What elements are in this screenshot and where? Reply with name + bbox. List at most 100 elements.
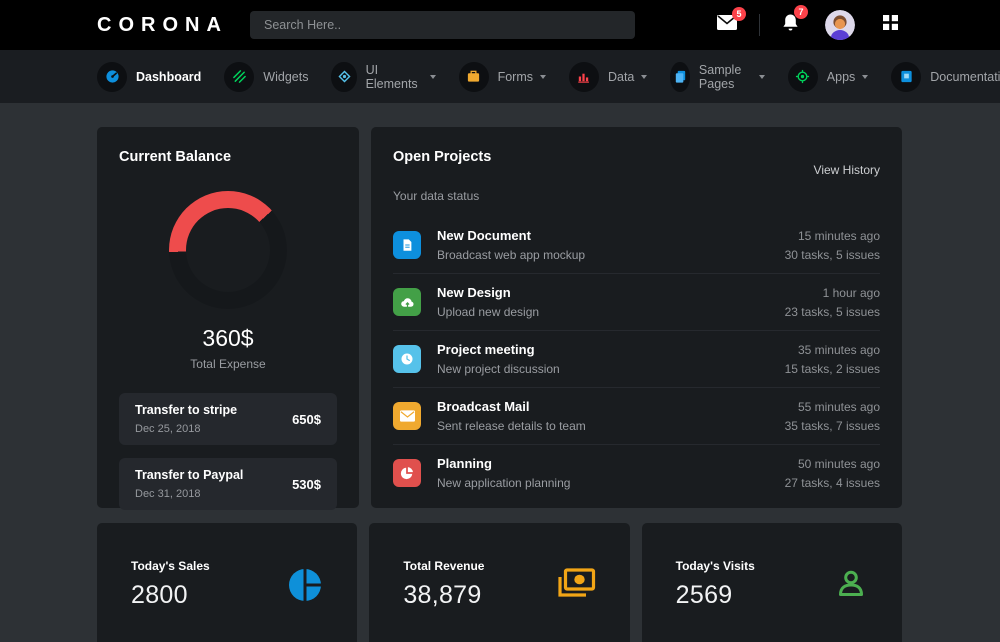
brand-logo[interactable]: CORONA: [97, 14, 250, 37]
project-title: Planning: [437, 456, 570, 471]
project-time: 1 hour ago: [785, 286, 880, 300]
document-icon: [891, 62, 921, 92]
transfer-date: Dec 25, 2018: [135, 423, 237, 435]
mail-badge: 5: [732, 7, 746, 21]
project-meta: 23 tasks, 5 issues: [785, 305, 880, 319]
transfer-date: Dec 31, 2018: [135, 488, 243, 500]
projects-subtitle: Your data status: [393, 189, 880, 203]
chevron-down-icon: [862, 75, 868, 79]
project-meta: 15 tasks, 2 issues: [785, 362, 880, 376]
briefcase-icon: [459, 62, 489, 92]
messages-button[interactable]: 5: [717, 15, 737, 35]
transfer-title: Transfer to stripe: [135, 403, 237, 417]
project-meta: 30 tasks, 5 issues: [785, 248, 880, 262]
menu-label: Sample Pages: [699, 63, 752, 91]
expense-donut-chart: [169, 191, 287, 309]
project-meta: 27 tasks, 4 issues: [785, 476, 880, 490]
project-description: Upload new design: [437, 305, 539, 319]
cloud-upload-icon: [393, 288, 421, 316]
project-title: Project meeting: [437, 342, 560, 357]
row-top: Current Balance 360$ Total Expense Trans…: [97, 127, 902, 508]
balance-caption: Total Expense: [119, 357, 337, 371]
chevron-down-icon: [759, 75, 765, 79]
menu-label: UI Elements: [366, 63, 423, 91]
list-item[interactable]: New Document Broadcast web app mockup 15…: [393, 217, 880, 274]
todays-visits-card: Today's Visits 2569: [642, 523, 902, 642]
row-stats: Today's Sales 2800 Total Revenue 38,879 …: [97, 523, 902, 642]
user-avatar[interactable]: [825, 10, 855, 40]
list-item[interactable]: New Design Upload new design 1 hour ago …: [393, 274, 880, 331]
total-revenue-card: Total Revenue 38,879: [369, 523, 629, 642]
open-projects-card: Open Projects View History Your data sta…: [371, 127, 902, 508]
stat-value: 38,879: [403, 581, 484, 610]
menu-item-data[interactable]: Data: [569, 62, 647, 92]
transfer-amount: 650$: [292, 412, 321, 427]
pie-chart-icon: [393, 459, 421, 487]
project-title: New Document: [437, 228, 585, 243]
menu-label: Widgets: [263, 70, 308, 84]
menu-label: Forms: [498, 70, 533, 84]
project-time: 50 minutes ago: [785, 457, 880, 471]
menu-label: Apps: [827, 70, 856, 84]
stat-label: Total Revenue: [403, 559, 484, 573]
project-title: Broadcast Mail: [437, 399, 586, 414]
speedometer-icon: [97, 62, 127, 92]
menu-item-documentation[interactable]: Documentation: [891, 62, 1000, 92]
project-time: 15 minutes ago: [785, 229, 880, 243]
menu-item-ui-elements[interactable]: UI Elements: [331, 62, 435, 92]
pages-icon: [670, 62, 690, 92]
stat-label: Today's Sales: [131, 559, 210, 573]
notifications-button[interactable]: 7: [782, 13, 799, 37]
stat-label: Today's Visits: [676, 559, 755, 573]
project-description: Broadcast web app mockup: [437, 248, 585, 262]
project-description: New application planning: [437, 476, 570, 490]
file-icon: [393, 231, 421, 259]
card-title: Open Projects: [393, 149, 491, 177]
card-title: Current Balance: [119, 149, 337, 165]
current-balance-card: Current Balance 360$ Total Expense Trans…: [97, 127, 359, 508]
project-description: Sent release details to team: [437, 419, 586, 433]
person-icon: [834, 567, 868, 606]
envelope-icon: [393, 402, 421, 430]
menu-item-widgets[interactable]: Widgets: [224, 62, 308, 92]
chevron-down-icon: [430, 75, 436, 79]
widgets-icon: [224, 62, 254, 92]
apps-grid-button[interactable]: [883, 15, 898, 35]
projects-list: New Document Broadcast web app mockup 15…: [393, 217, 880, 501]
gear-icon: [788, 62, 818, 92]
menu-item-dashboard[interactable]: Dashboard: [97, 62, 201, 92]
project-description: New project discussion: [437, 362, 560, 376]
menu-item-forms[interactable]: Forms: [459, 62, 546, 92]
project-time: 55 minutes ago: [785, 400, 880, 414]
menu-label: Documentation: [930, 70, 1000, 84]
stat-value: 2569: [676, 581, 755, 610]
search-input[interactable]: [250, 11, 635, 39]
project-title: New Design: [437, 285, 539, 300]
transfer-row[interactable]: Transfer to Paypal Dec 31, 2018 530$: [119, 458, 337, 510]
pie-chart-icon: [287, 567, 323, 608]
cash-icon: [556, 567, 596, 603]
clock-icon: [393, 345, 421, 373]
stat-value: 2800: [131, 581, 210, 610]
transfer-amount: 530$: [292, 477, 321, 492]
menu-item-sample-pages[interactable]: Sample Pages: [670, 62, 764, 92]
transfer-title: Transfer to Paypal: [135, 468, 243, 482]
transfer-row[interactable]: Transfer to stripe Dec 25, 2018 650$: [119, 393, 337, 445]
project-time: 35 minutes ago: [785, 343, 880, 357]
view-history-link[interactable]: View History: [814, 163, 880, 177]
divider: [759, 14, 760, 36]
list-item[interactable]: Planning New application planning 50 min…: [393, 445, 880, 501]
menu-label: Dashboard: [136, 70, 201, 84]
list-item[interactable]: Project meeting New project discussion 3…: [393, 331, 880, 388]
bar-chart-icon: [569, 62, 599, 92]
navbar-actions: 5 7: [717, 10, 1000, 40]
menu-item-apps[interactable]: Apps: [788, 62, 869, 92]
grid-icon: [883, 15, 898, 35]
main-menu: Dashboard Widgets UI Elements Forms Data…: [0, 50, 1000, 103]
chevron-down-icon: [641, 75, 647, 79]
projects-header: Open Projects View History: [393, 149, 880, 177]
list-item[interactable]: Broadcast Mail Sent release details to t…: [393, 388, 880, 445]
todays-sales-card: Today's Sales 2800: [97, 523, 357, 642]
target-icon: [331, 62, 356, 92]
balance-amount: 360$: [119, 325, 337, 352]
